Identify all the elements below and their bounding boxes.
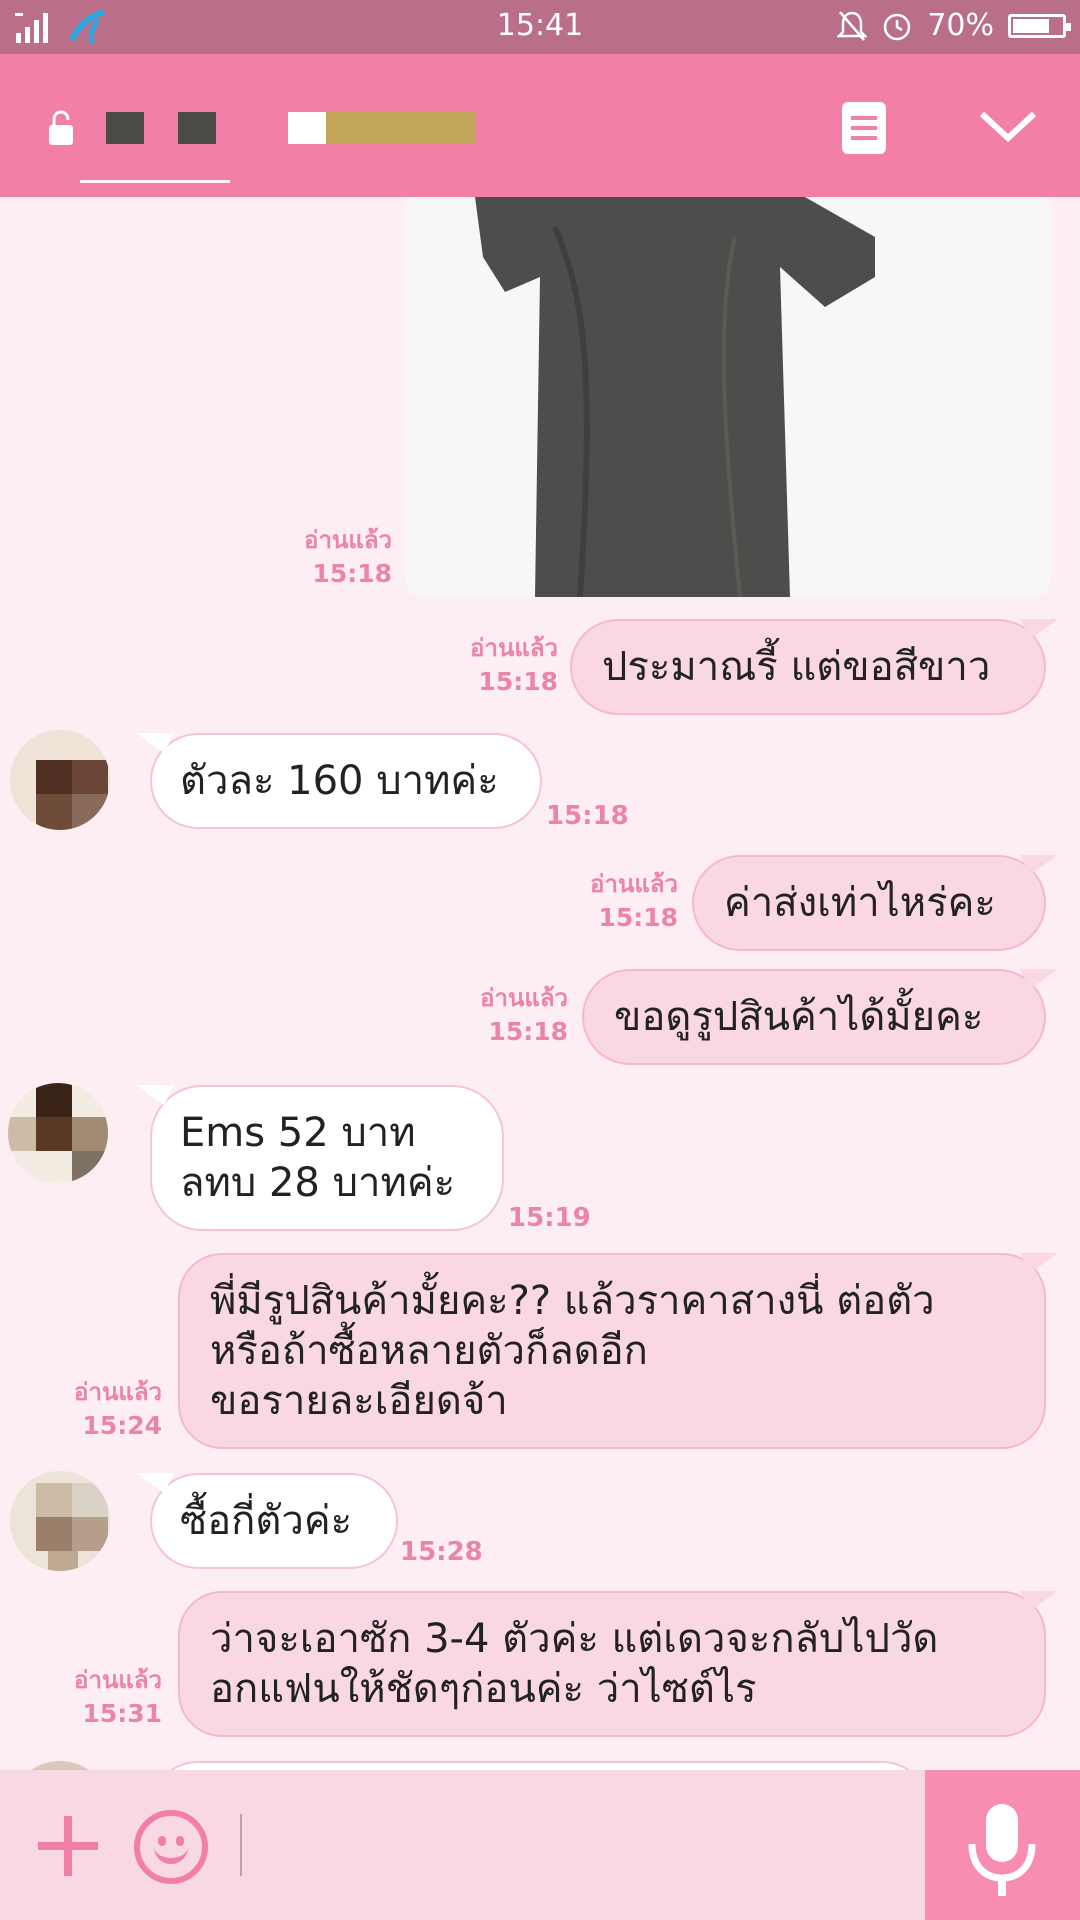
read-receipt: อ่านแล้ว 15:18 [480,984,568,1046]
message-text: ประมาณรี้ แต่ขอสีขาว [602,644,991,690]
message-image[interactable] [405,197,1051,597]
chevron-down-icon[interactable] [978,106,1038,146]
avatar[interactable] [10,1471,110,1571]
message-bubble-outgoing[interactable]: พี่มีรูปสินค้ามั้ยคะ?? แล้วราคาสางนี่ ต่… [178,1253,1046,1449]
battery-icon [1008,13,1071,38]
message-input-bar [0,1770,1080,1920]
chat-messages[interactable]: อ่านแล้ว 15:18 อ่านแล้ว 15:18 ประมาณรี้ แต… [0,197,1080,1770]
plus-icon[interactable] [36,1814,100,1878]
message-text-line: ว่าจะเอาซัก 3-4 ตัวค่ะ แต่เดวจะกลับไปวัด [210,1616,939,1662]
bubble-tail [1020,1591,1058,1611]
bubble-tail [136,733,174,753]
bubble-tail [1020,855,1058,875]
lock-icon [49,110,73,145]
message-text: ซื้อกี่ตัวค่ะ [180,1498,353,1544]
bubble-tail [1020,969,1058,989]
read-receipt: อ่านแล้ว 15:18 [470,634,558,696]
status-right: 70% [837,8,1071,43]
message-text-line: ขอรายละเอียดจ้า [210,1378,508,1424]
memo-icon[interactable] [842,102,886,154]
chat-header [0,54,1080,197]
chat-title-redacted[interactable] [106,94,476,144]
message-bubble-outgoing[interactable]: ประมาณรี้ แต่ขอสีขาว [570,619,1046,715]
message-text-line: Ems 52 บาท [180,1110,416,1156]
read-receipt: อ่านแล้ว 15:18 [590,870,678,932]
read-receipt: อ่านแล้ว 15:24 [74,1378,162,1440]
message-bubble-outgoing[interactable]: ค่าส่งเท่าไหร่คะ [692,855,1046,951]
avatar[interactable] [10,1761,110,1770]
alarm-icon [884,13,911,40]
status-bar: 15:41 70% [0,0,1080,54]
bubble-tail [1020,619,1058,639]
microphone-icon [968,1804,1036,1896]
battery-percent: 70% [927,8,994,43]
message-bubble-incoming[interactable]: Ems 52 บาท ลทบ 28 บาทค่ะ [150,1085,504,1231]
message-time: 15:19 [508,1203,591,1233]
microphone-button[interactable] [925,1770,1080,1920]
message-text: ตัวละ 160 บาทค่ะ [180,758,499,804]
emoji-icon[interactable] [134,1810,208,1884]
message-text-line: อกแฟนให้ชัดๆก่อนค่ะ ว่าไซต์ไร [210,1666,757,1712]
title-underline [80,180,230,183]
message-text-line: ลทบ 28 บาทค่ะ [180,1160,456,1206]
avatar[interactable] [8,1083,108,1183]
text-input-cursor[interactable] [240,1814,242,1876]
shirt-photo [405,197,1051,597]
message-bubble-outgoing[interactable]: ขอดูรูปสินค้าได้มั้ยคะ [582,969,1046,1065]
message-bubble-incoming[interactable]: ตัวละ 160 บาทค่ะ [150,733,542,829]
avatar[interactable] [10,730,110,830]
bell-off-icon [837,10,868,41]
message-time: 15:18 [546,801,629,831]
message-text-line: หรือถ้าซื้อหลายตัวก็ลดอีก [210,1328,648,1374]
message-text: ค่าส่งเท่าไหร่คะ [724,880,996,926]
message-text-line: พี่มีรูปสินค้ามั้ยคะ?? แล้วราคาสางนี่ ต่… [210,1278,935,1324]
message-text: ขอดูรูปสินค้าได้มั้ยคะ [614,994,984,1040]
message-bubble-outgoing[interactable]: ว่าจะเอาซัก 3-4 ตัวค่ะ แต่เดวจะกลับไปวัด… [178,1591,1046,1737]
read-receipt: อ่านแล้ว 15:18 [304,526,392,588]
message-time: 15:28 [400,1537,483,1567]
message-bubble-incoming[interactable]: ซื้อกี่ตัวค่ะ [150,1473,398,1569]
bubble-tail [136,1473,174,1493]
bubble-tail [136,1085,174,1105]
read-receipt: อ่านแล้ว 15:31 [74,1666,162,1728]
message-bubble-incoming[interactable] [150,1761,930,1770]
bubble-tail [1020,1253,1058,1273]
